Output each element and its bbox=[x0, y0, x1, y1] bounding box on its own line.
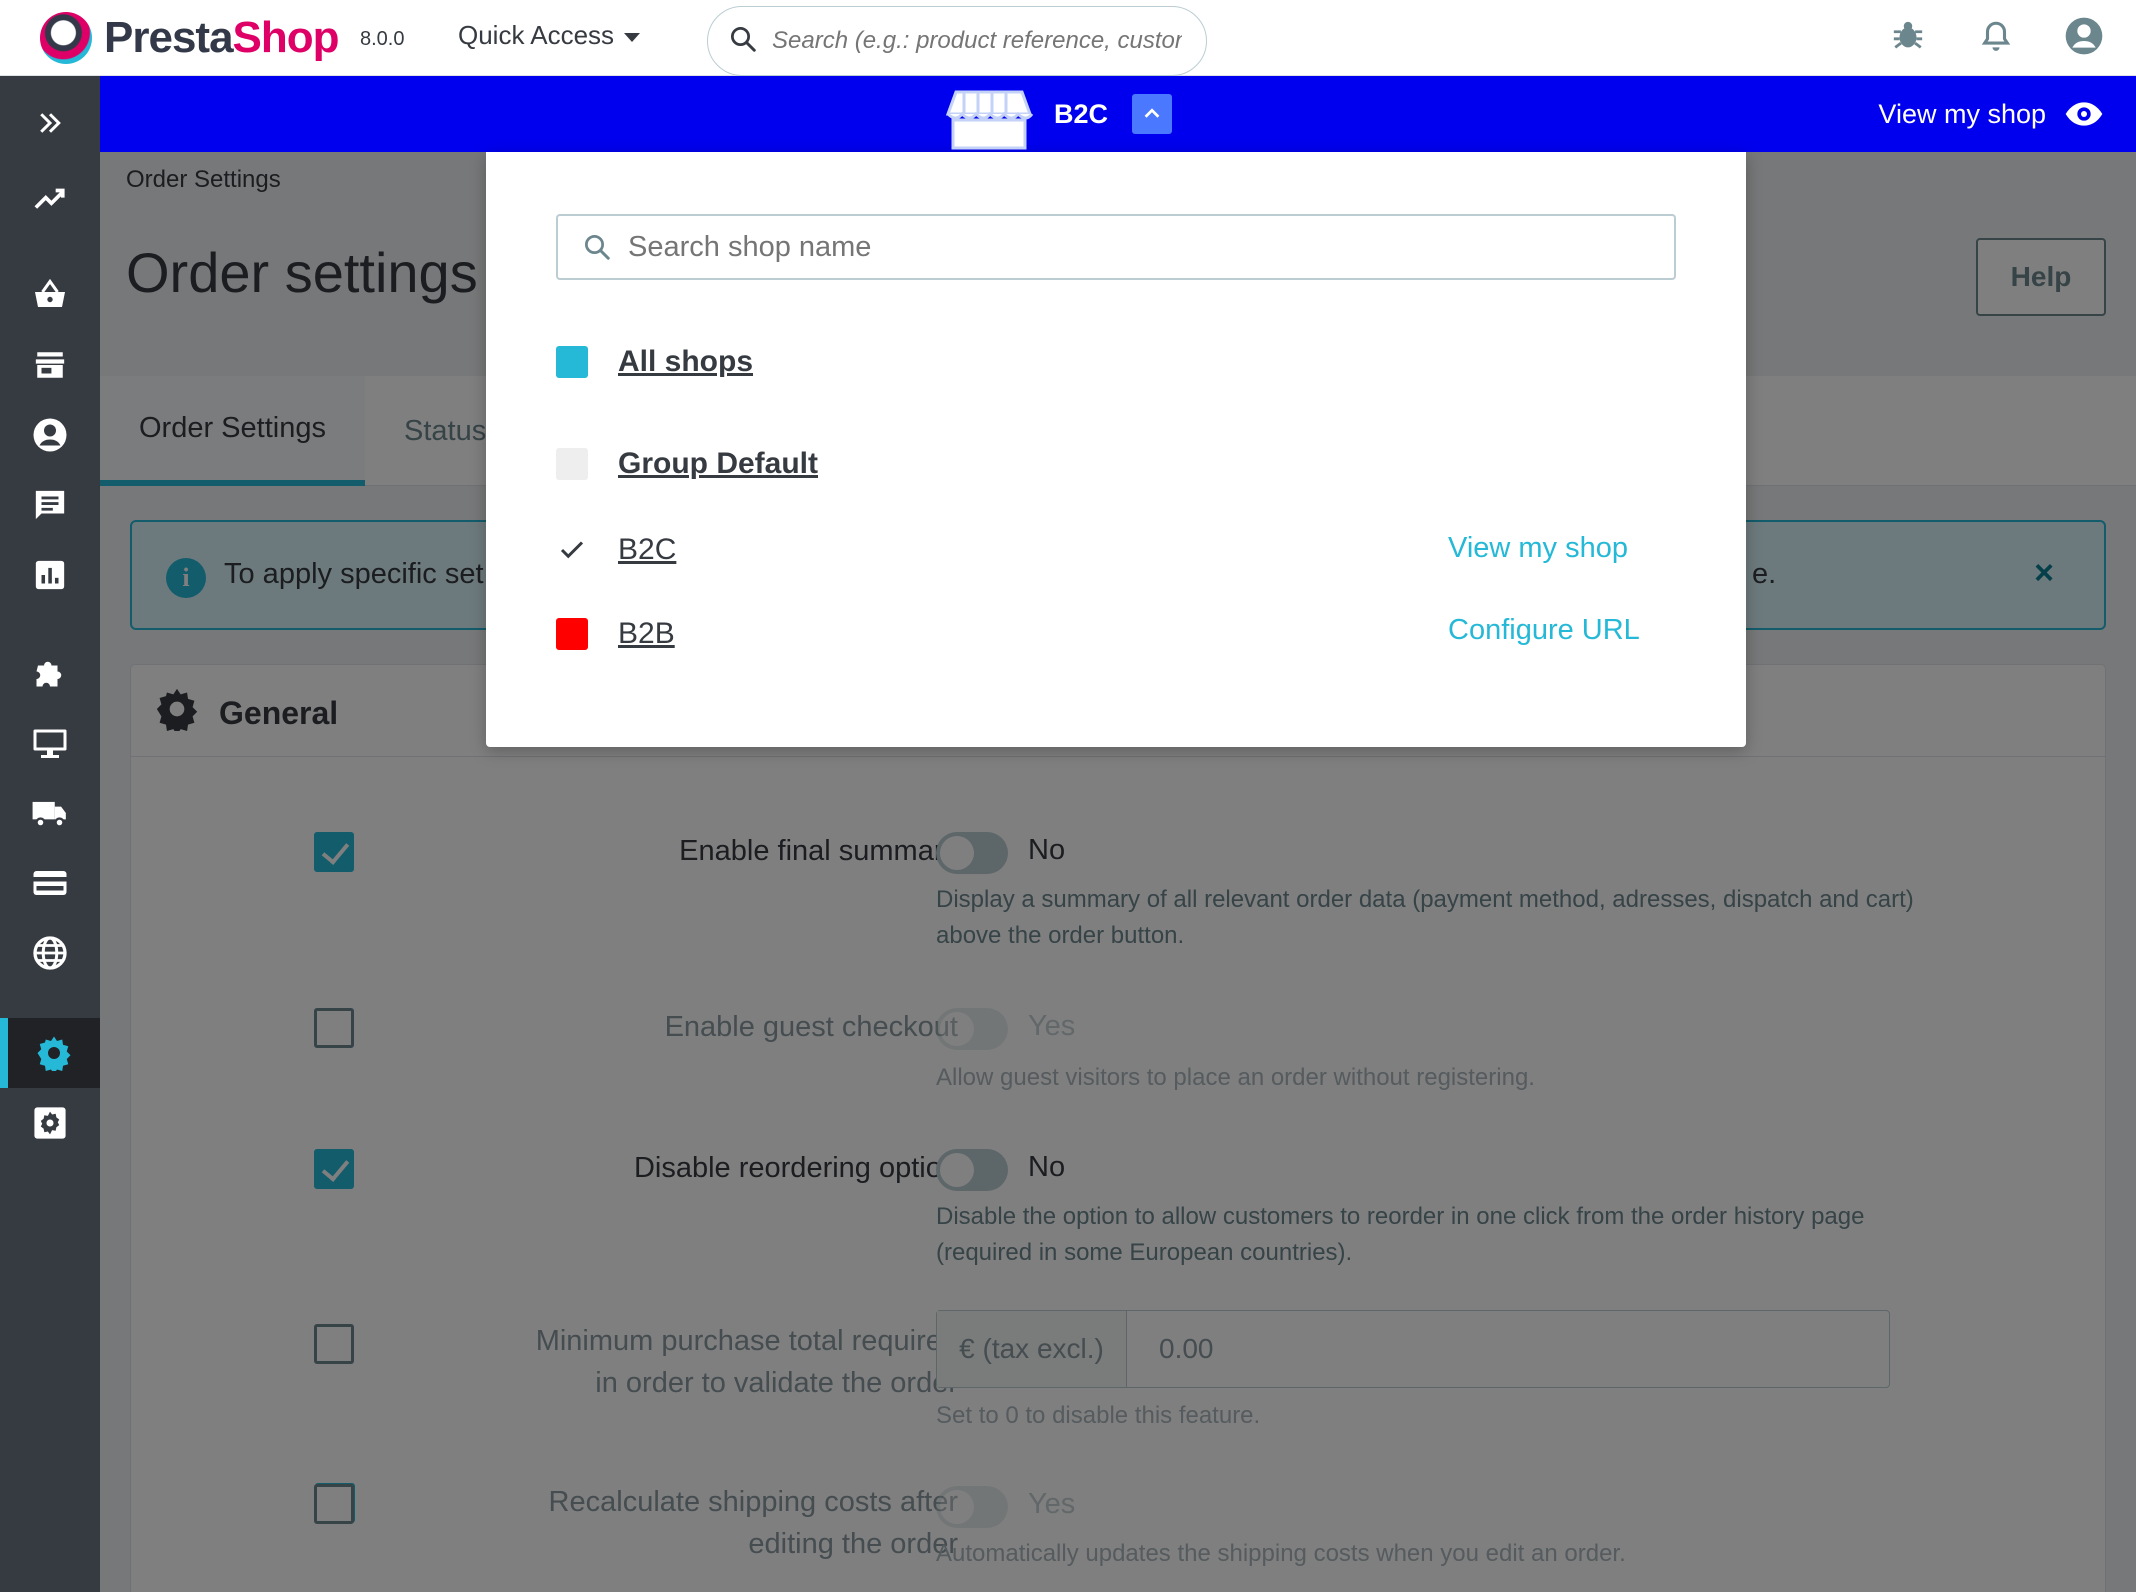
customers-icon bbox=[33, 418, 67, 452]
shop-store-icon bbox=[944, 88, 1034, 157]
search-icon bbox=[585, 235, 610, 260]
view-my-shop-link[interactable]: View my shop bbox=[1878, 76, 2104, 152]
advanced-settings-icon bbox=[34, 1107, 66, 1139]
shop-color-swatch bbox=[556, 346, 588, 378]
header-icons bbox=[1884, 12, 2136, 60]
catalog-store-icon bbox=[35, 352, 65, 378]
sidebar-item-customers[interactable] bbox=[0, 400, 100, 470]
stats-trend-icon bbox=[34, 188, 65, 209]
quick-access-dropdown[interactable]: Quick Access bbox=[458, 20, 641, 51]
shop-link-all-shops[interactable]: All shops bbox=[618, 345, 753, 379]
reports-icon bbox=[35, 560, 65, 590]
view-my-shop-b2c-link[interactable]: View my shop bbox=[1448, 532, 1628, 565]
current-shop-name: B2C bbox=[1054, 98, 1109, 129]
configure-url-b2b-link[interactable]: Configure URL bbox=[1448, 614, 1640, 647]
shop-item-b2b[interactable]: B2B bbox=[556, 614, 675, 654]
view-my-shop-label: View my shop bbox=[1878, 98, 2046, 129]
shop-link-b2c[interactable]: B2C bbox=[618, 533, 676, 567]
version-label: 8.0.0 bbox=[360, 28, 405, 50]
settings-gear-icon bbox=[37, 1036, 71, 1071]
payment-card-icon bbox=[33, 871, 67, 895]
shipping-truck-icon bbox=[32, 801, 66, 828]
sidebar-item-orders[interactable] bbox=[0, 260, 100, 330]
sidebar-item-advanced[interactable] bbox=[0, 1088, 100, 1158]
sidebar-item-modules[interactable] bbox=[0, 638, 100, 708]
sidebar-item-dashboard[interactable] bbox=[0, 164, 100, 234]
header-search[interactable] bbox=[707, 6, 1207, 76]
multistore-header: B2C View my shop bbox=[100, 76, 2136, 152]
account-icon[interactable] bbox=[2060, 12, 2108, 60]
international-globe-icon bbox=[33, 936, 67, 970]
shop-search[interactable] bbox=[556, 214, 1676, 280]
expand-icon bbox=[40, 113, 61, 133]
prestashop-logo-icon bbox=[40, 12, 92, 64]
shop-selector-dropdown: All shops Group Default B2C View my shop… bbox=[486, 152, 1746, 747]
shop-color-swatch bbox=[556, 618, 588, 650]
sidebar-item-design[interactable] bbox=[0, 708, 100, 778]
shop-item-b2c[interactable]: B2C bbox=[556, 530, 676, 570]
sidebar bbox=[0, 76, 100, 1592]
quick-access-label: Quick Access bbox=[458, 20, 615, 50]
search-icon bbox=[728, 24, 758, 59]
prestashop-logo[interactable]: PrestaShop bbox=[40, 8, 340, 68]
shop-color-swatch bbox=[556, 448, 588, 480]
bell-icon[interactable] bbox=[1972, 12, 2020, 60]
sidebar-item-configure[interactable] bbox=[0, 1018, 100, 1088]
modules-puzzle-icon bbox=[36, 661, 62, 687]
check-icon bbox=[556, 534, 588, 566]
sidebar-expand-button[interactable] bbox=[0, 88, 100, 158]
header-search-input[interactable] bbox=[772, 27, 1182, 55]
sidebar-item-catalog[interactable] bbox=[0, 330, 100, 400]
shop-link-b2b[interactable]: B2B bbox=[618, 617, 675, 651]
shop-search-input[interactable] bbox=[628, 230, 1628, 264]
top-header: PrestaShop 8.0.0 Quick Access bbox=[0, 0, 2136, 76]
orders-basket-icon bbox=[35, 278, 65, 307]
shop-item-all-shops[interactable]: All shops bbox=[556, 342, 753, 382]
logo-text-shop: Shop bbox=[232, 13, 340, 62]
shop-link-group-default[interactable]: Group Default bbox=[618, 447, 818, 481]
shop-dropdown-toggle[interactable] bbox=[1132, 94, 1173, 134]
chevron-up-icon bbox=[1144, 108, 1160, 118]
messages-icon bbox=[35, 490, 65, 520]
design-monitor-icon bbox=[33, 729, 67, 758]
sidebar-item-payment[interactable] bbox=[0, 848, 100, 918]
bug-icon[interactable] bbox=[1884, 12, 1932, 60]
shop-item-group-default[interactable]: Group Default bbox=[556, 444, 818, 484]
sidebar-item-international[interactable] bbox=[0, 918, 100, 988]
sidebar-item-messages[interactable] bbox=[0, 470, 100, 540]
logo-text: PrestaShop bbox=[104, 13, 340, 63]
caret-down-icon bbox=[624, 33, 641, 42]
logo-text-presta: Presta bbox=[104, 13, 234, 62]
sidebar-item-shipping[interactable] bbox=[0, 778, 100, 848]
eye-icon bbox=[2065, 102, 2103, 126]
sidebar-item-stats[interactable] bbox=[0, 540, 100, 610]
